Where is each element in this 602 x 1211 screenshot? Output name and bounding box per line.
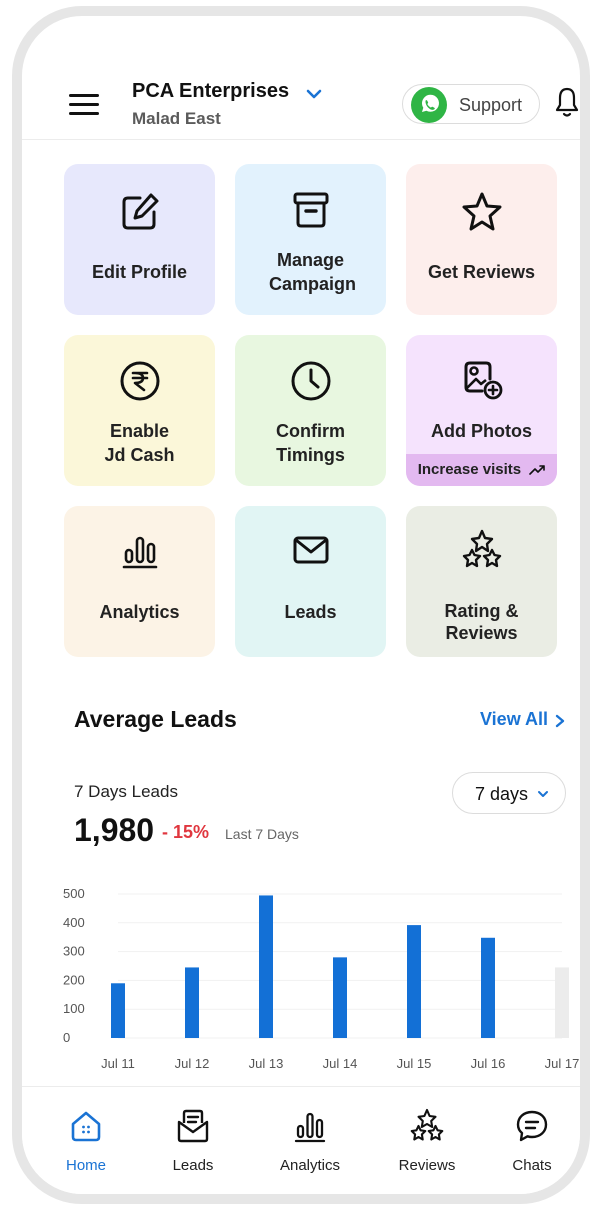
- y-tick-label: 500: [63, 886, 85, 901]
- business-name[interactable]: PCA Enterprises: [132, 80, 289, 103]
- nav-home[interactable]: Home: [36, 1107, 136, 1177]
- chart-bar[interactable]: [333, 957, 347, 1038]
- view-all-link[interactable]: View All: [480, 709, 548, 730]
- support-button[interactable]: Support: [402, 84, 540, 124]
- header: PCA Enterprises Malad East Support: [22, 16, 580, 140]
- tile-label: Leads: [284, 602, 337, 622]
- y-tick-label: 100: [63, 1001, 85, 1016]
- x-tick-label: Jul 12: [175, 1056, 210, 1071]
- tile-label: Enable Jd Cash: [104, 421, 175, 465]
- trending-up-icon: [529, 465, 546, 475]
- bell-icon[interactable]: [554, 86, 580, 120]
- tile-label: Get Reviews: [427, 262, 536, 282]
- tile-get-reviews[interactable]: Get Reviews: [406, 164, 557, 315]
- nav-reviews[interactable]: Reviews: [377, 1107, 477, 1177]
- stars-icon: [462, 529, 501, 568]
- chart-bar[interactable]: [481, 937, 495, 1038]
- bottom-nav: Home Leads Analytics Reviews Chats: [22, 1086, 580, 1194]
- tile-confirm-timings[interactable]: Confirm Timings: [235, 335, 386, 486]
- phone-frame: PCA Enterprises Malad East Support Edit …: [12, 6, 590, 1204]
- leads-inbox-icon: [177, 1109, 209, 1143]
- menu-icon[interactable]: [69, 94, 99, 116]
- nav-analytics[interactable]: Analytics: [260, 1107, 360, 1177]
- nav-label: Chats: [512, 1157, 552, 1174]
- chart-bar[interactable]: [555, 967, 569, 1038]
- leads-total-value: 1,980: [74, 812, 155, 848]
- chart-bar[interactable]: [185, 967, 199, 1038]
- tile-label: Confirm Timings: [276, 421, 345, 465]
- chevron-right-icon[interactable]: [554, 714, 566, 728]
- analytics-icon: [294, 1112, 326, 1143]
- tile-enable-jd-cash[interactable]: Enable Jd Cash: [64, 335, 215, 486]
- analytics-icon: [122, 536, 157, 569]
- tile-leads[interactable]: Leads: [235, 506, 386, 657]
- mail-icon: [293, 536, 328, 564]
- y-tick-label: 300: [63, 944, 85, 959]
- x-tick-label: Jul 11: [101, 1056, 135, 1071]
- tile-add-photos[interactable]: Add Photos Increase visits: [406, 335, 557, 486]
- increase-visits-label: Increase visits: [417, 461, 522, 478]
- x-tick-label: Jul 15: [397, 1056, 432, 1071]
- range-selected-label: 7 days: [475, 784, 529, 804]
- home-icon: [71, 1111, 101, 1142]
- chart-bar[interactable]: [111, 983, 125, 1038]
- tile-label: Edit Profile: [91, 262, 187, 282]
- average-leads-title: Average Leads: [74, 706, 237, 732]
- tile-edit-profile[interactable]: Edit Profile: [64, 164, 215, 315]
- rupee-icon: [120, 361, 159, 401]
- range-dropdown[interactable]: 7 days: [452, 772, 566, 814]
- stars-icon: [410, 1108, 444, 1141]
- archive-box-icon: [293, 192, 328, 228]
- x-tick-label: Jul 17: [545, 1056, 580, 1071]
- tile-label: Analytics: [99, 602, 180, 622]
- tile-rating-reviews[interactable]: Rating & Reviews: [406, 506, 557, 657]
- y-tick-label: 400: [63, 915, 85, 930]
- y-tick-label: 0: [63, 1030, 70, 1045]
- nav-chats[interactable]: Chats: [482, 1107, 580, 1177]
- tile-manage-campaign[interactable]: Manage Campaign: [235, 164, 386, 315]
- tile-label: Add Photos: [431, 421, 532, 441]
- chart-bar[interactable]: [259, 895, 273, 1038]
- star-icon: [462, 192, 501, 231]
- chevron-down-icon: [538, 791, 548, 797]
- edit-icon: [122, 193, 158, 230]
- business-location: Malad East: [132, 109, 221, 128]
- nav-leads[interactable]: Leads: [143, 1107, 243, 1177]
- chevron-down-icon[interactable]: [306, 86, 322, 102]
- x-tick-label: Jul 16: [471, 1056, 506, 1071]
- x-tick-label: Jul 14: [323, 1056, 358, 1071]
- add-photo-icon: [464, 361, 502, 400]
- app-screen: PCA Enterprises Malad East Support Edit …: [22, 16, 580, 1194]
- nav-label: Leads: [172, 1157, 214, 1174]
- leads-label: 7 Days Leads: [74, 782, 178, 801]
- tile-label: Rating & Reviews: [444, 601, 519, 643]
- tile-analytics[interactable]: Analytics: [64, 506, 215, 657]
- nav-label: Home: [65, 1157, 106, 1174]
- nav-label: Analytics: [279, 1157, 341, 1174]
- x-tick-label: Jul 13: [249, 1056, 284, 1071]
- increase-visits-banner[interactable]: Increase visits: [406, 454, 557, 486]
- chat-icon: [516, 1110, 548, 1142]
- tile-label: Manage Campaign: [269, 250, 357, 294]
- clock-icon: [291, 361, 330, 401]
- support-label: Support: [459, 95, 523, 115]
- whatsapp-icon: [411, 87, 447, 123]
- nav-label: Reviews: [398, 1157, 456, 1174]
- chart-bar[interactable]: [407, 925, 421, 1038]
- leads-period-label: Last 7 Days: [225, 826, 299, 842]
- leads-change-percent: - 15%: [162, 822, 210, 842]
- y-tick-label: 200: [63, 972, 85, 987]
- leads-bar-chart: 0 100 200 300 400 500 Jul 11 Jul 12 Jul 13 Jul 14…: [63, 886, 580, 1071]
